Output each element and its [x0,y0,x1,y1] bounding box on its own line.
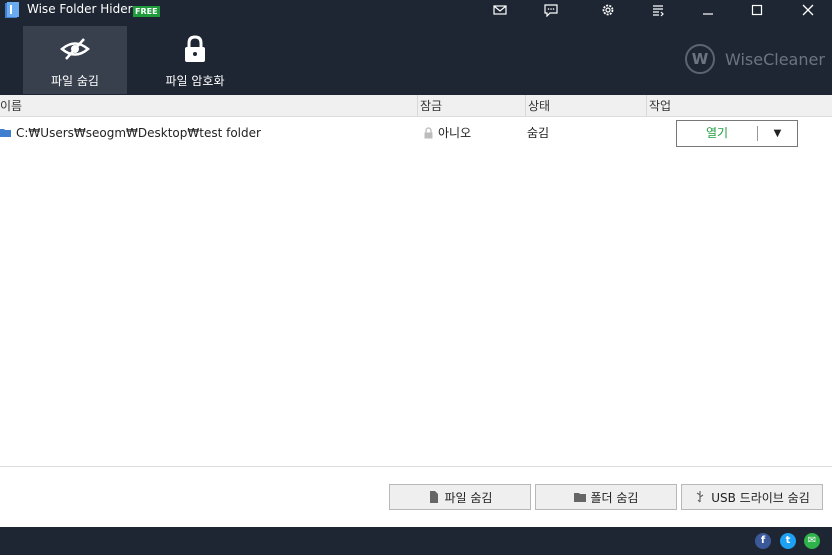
app-title: Wise Folder Hider [27,2,133,16]
eye-slash-icon [60,38,90,60]
email-share-icon[interactable]: ✉ [804,533,820,549]
wisecleaner-logo-icon: W [685,44,715,74]
hide-folder-label: 폴더 숨김 [590,490,639,505]
tab-file-encrypt[interactable]: 파일 암호화 [143,26,247,94]
table-row[interactable]: C:₩Users₩seogm₩Desktop₩test folder 아니오 숨… [0,118,832,148]
settings-button[interactable] [598,0,618,20]
lock-small-icon [424,127,433,139]
open-dropdown-button[interactable]: ▼ [758,121,797,146]
hide-usb-button[interactable]: USB 드라이브 숨김 [681,484,823,510]
folder-icon [0,129,11,137]
row-status: 숨김 [527,126,550,140]
row-lock-value: 아니오 [438,126,472,140]
usb-icon [696,491,704,503]
column-header-name[interactable]: 이름 [0,95,417,117]
menu-button[interactable] [648,0,668,20]
mail-icon [493,5,507,15]
open-split-button: 열기 ▼ [676,120,798,147]
facebook-icon[interactable]: f [755,533,771,549]
tab-file-hide[interactable]: 파일 숨김 [23,26,127,94]
main-toolbar: 파일 숨김 파일 암호화 W WiseCleaner [0,20,832,95]
tab-file-hide-label: 파일 숨김 [51,74,99,88]
twitter-icon[interactable]: t [780,533,796,549]
column-header-status[interactable]: 상태 [525,95,646,117]
feedback-icon [544,4,558,17]
maximize-button[interactable] [747,0,767,20]
minimize-button[interactable] [698,0,718,20]
close-icon [802,4,814,16]
feedback-button[interactable] [541,0,561,20]
file-icon [429,491,438,503]
mail-button[interactable] [490,0,510,20]
hide-file-button[interactable]: 파일 숨김 [389,484,531,510]
open-button[interactable]: 열기 [677,121,757,146]
minimize-icon [703,13,713,15]
maximize-icon [751,4,763,16]
title-bar: Wise Folder Hider FREE [0,0,832,20]
tab-file-encrypt-label: 파일 암호화 [165,74,225,88]
bottom-divider [0,466,832,467]
settings-icon [602,4,614,16]
column-header-action[interactable]: 작업 [646,95,832,117]
wisecleaner-brand[interactable]: W WiseCleaner [685,44,825,74]
dropdown-arrow-icon: ▼ [773,128,782,139]
hide-folder-button[interactable]: 폴더 숨김 [535,484,677,510]
free-badge: FREE [133,6,160,17]
folder-icon [573,493,586,502]
wisecleaner-text: WiseCleaner [725,50,825,69]
column-header-lock[interactable]: 잠금 [417,95,525,117]
footer-bar: f t ✉ [0,527,832,555]
close-button[interactable] [798,0,818,20]
row-path: C:₩Users₩seogm₩Desktop₩test folder [16,126,261,140]
lock-icon [185,35,205,62]
menu-icon [653,5,664,17]
app-logo-icon [5,2,19,18]
hide-usb-label: USB 드라이브 숨김 [711,490,810,505]
hide-file-label: 파일 숨김 [444,490,493,505]
table-header: 이름 잠금 상태 작업 [0,95,832,117]
